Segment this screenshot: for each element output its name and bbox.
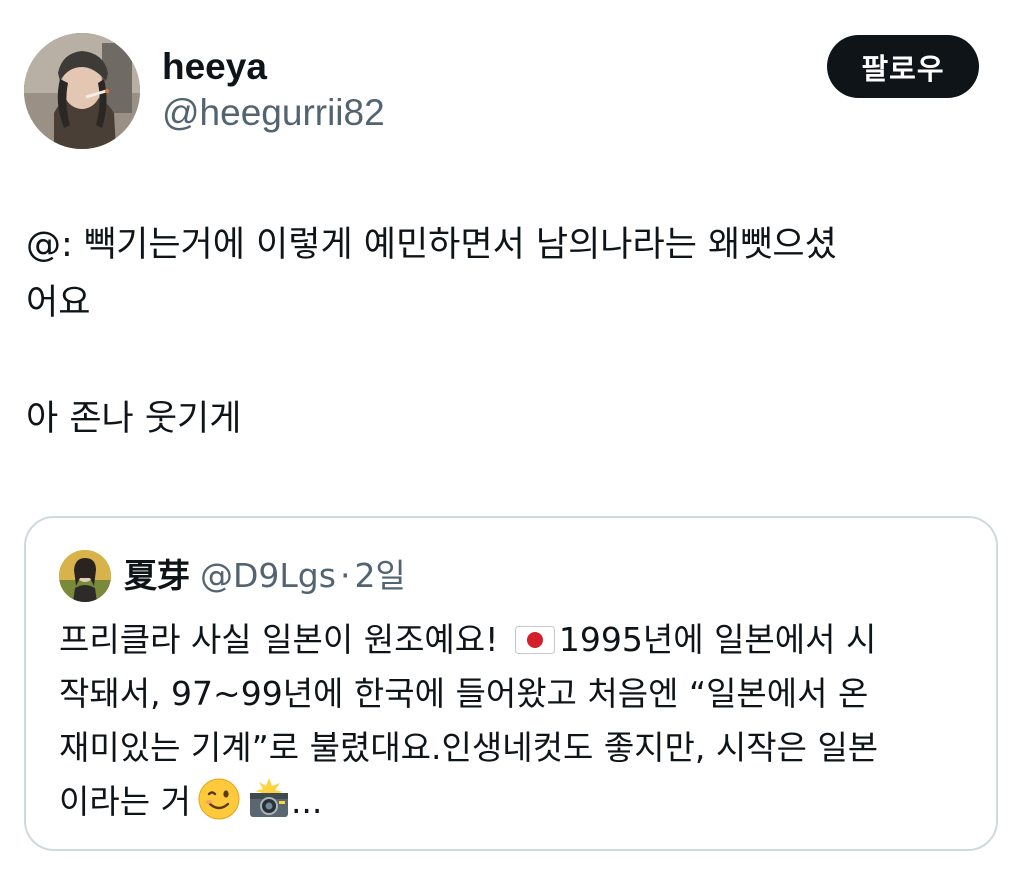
quoted-display-name[interactable]: 夏芽 — [124, 556, 190, 595]
follow-button[interactable]: 팔로우 — [827, 35, 979, 98]
wink-icon — [197, 777, 241, 821]
quoted-text-segment: 이라는 거 — [59, 782, 191, 821]
author-display-name[interactable]: heeya — [162, 44, 385, 90]
quoted-text-line: 이라는 거... — [59, 775, 979, 829]
tweet-text: @: 빽기는거에 이렇게 예민하면서 남의나라는 왜뺏으셨 어요 아 존나 웃기… — [26, 216, 996, 448]
tweet-text-line: 아 존나 웃기게 — [26, 399, 242, 439]
quoted-text-segment: 1995년에 일본에서 시 — [558, 620, 877, 659]
quoted-text-ellipsis: ... — [290, 782, 323, 821]
tweet-text-line: 어요 — [26, 283, 91, 323]
quoted-handle[interactable]: @D9Lgs — [200, 556, 336, 595]
quoted-author-avatar[interactable] — [59, 550, 111, 602]
quoted-text-line: 재미있는 기계”로 불렸대요.인생네컷도 좋지만, 시작은 일본 — [59, 728, 879, 767]
japan-flag-icon — [514, 616, 555, 654]
quoted-header: 夏芽 @D9Lgs · 2일 — [124, 554, 406, 598]
quoted-tweet[interactable]: 夏芽 @D9Lgs · 2일 프리클라 사실 일본이 원조예요! 1995년에 일본에… — [24, 516, 998, 851]
tweet-text-line: @: 빽기는거에 이렇게 예민하면서 남의나라는 왜뺏으셨 — [26, 225, 837, 265]
quoted-text: 프리클라 사실 일본이 원조예요! 1995년에 일본에서 시 작돼서, 97~… — [59, 613, 979, 829]
quoted-text-line: 작돼서, 97~99년에 한국에 들어왔고 처음엔 “일본에서 온 — [59, 674, 869, 713]
tweet-card: heeya @heegurrii82 팔로우 @: 빽기는거에 이렇게 예민하면… — [0, 0, 1024, 877]
camera-flash-icon — [247, 777, 291, 821]
quoted-timestamp[interactable]: 2일 — [354, 556, 405, 595]
quoted-text-segment: 프리클라 사실 일본이 원조예요! — [59, 620, 509, 659]
author-handle[interactable]: @heegurrii82 — [162, 90, 385, 136]
author-name-block[interactable]: heeya @heegurrii82 — [162, 44, 385, 136]
author-avatar[interactable] — [24, 33, 140, 149]
quoted-text-line: 프리클라 사실 일본이 원조예요! 1995년에 일본에서 시 — [59, 613, 979, 667]
separator-dot: · — [339, 556, 351, 595]
